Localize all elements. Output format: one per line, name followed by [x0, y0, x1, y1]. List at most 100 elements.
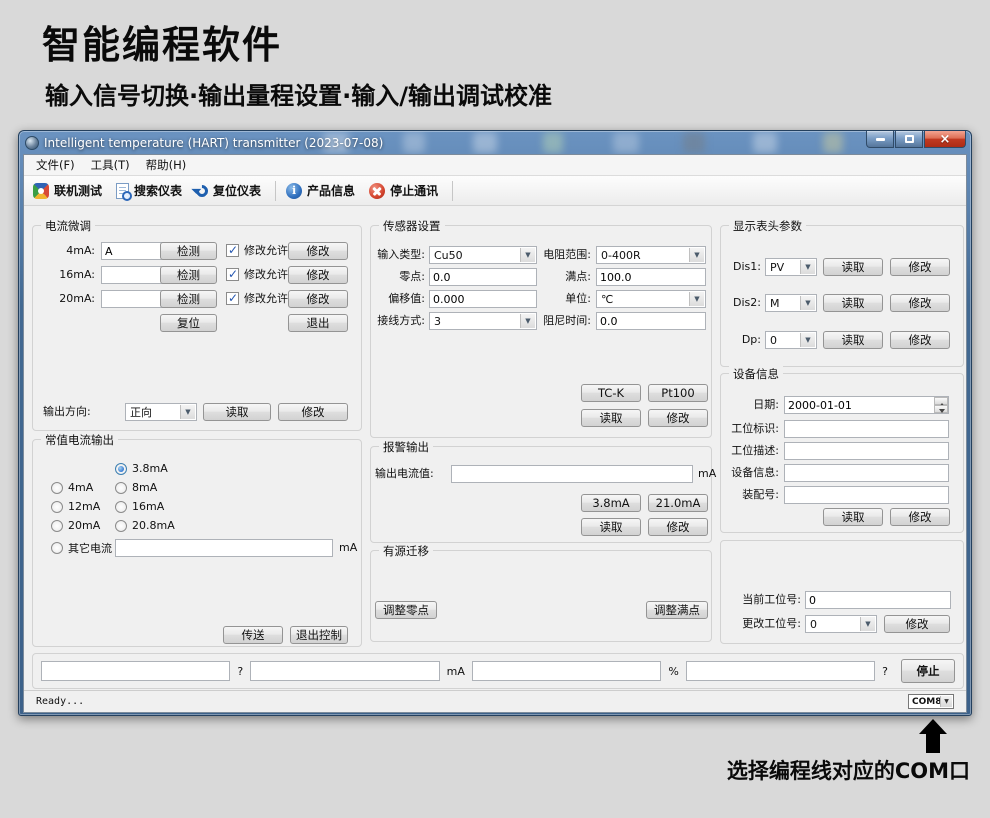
alarm-low-button[interactable]: 3.8mA [581, 494, 641, 512]
unit-select[interactable]: ℃ [596, 290, 706, 308]
alarm-read-button[interactable]: 读取 [581, 518, 641, 536]
resistance-range-label: 电阻范围: [531, 246, 591, 264]
other-current-input[interactable] [115, 539, 333, 557]
station-number-groupbox: 当前工位号: 更改工位号: 0 修改 [720, 540, 964, 644]
date-spinner[interactable] [784, 396, 949, 414]
trim-16ma-allow-checkbox[interactable] [226, 268, 239, 281]
adjust-full-button[interactable]: 调整满点 [646, 601, 708, 619]
trim-4ma-input[interactable] [101, 242, 163, 260]
menu-file[interactable]: 文件(F) [28, 155, 83, 175]
direction-modify-button[interactable]: 修改 [278, 403, 348, 421]
trim-16ma-detect-button[interactable]: 检测 [160, 266, 217, 284]
dis1-select[interactable]: PV [765, 258, 817, 276]
date-input[interactable] [784, 396, 949, 414]
assembly-no-input[interactable] [784, 486, 949, 504]
output-direction-select[interactable]: 正向 [125, 403, 197, 421]
direction-read-button[interactable]: 读取 [203, 403, 271, 421]
dp-modify-button[interactable]: 修改 [890, 331, 950, 349]
monitor-input-1[interactable] [41, 661, 230, 681]
close-icon: × [940, 133, 951, 146]
aero-blur-decoration [823, 132, 843, 153]
trim-20ma-input[interactable] [101, 290, 163, 308]
output-direction-label: 输出方向: [43, 403, 91, 421]
sensor-read-button[interactable]: 读取 [581, 409, 641, 427]
monitor-input-4[interactable] [686, 661, 875, 681]
trim-16ma-input[interactable] [101, 266, 163, 284]
alarm-high-button[interactable]: 21.0mA [648, 494, 708, 512]
toolbar-stop-comm[interactable]: 停止通讯 [364, 180, 447, 201]
toolbar-label: 停止通讯 [390, 182, 438, 199]
com-port-select[interactable]: COM8 [908, 694, 954, 709]
radio-label: 4mA [68, 481, 93, 494]
radio-16ma[interactable]: 16mA [115, 500, 164, 513]
dis1-read-button[interactable]: 读取 [823, 258, 883, 276]
radio-12ma[interactable]: 12mA [51, 500, 100, 513]
resistance-range-select[interactable]: 0-400R [596, 246, 706, 264]
send-button[interactable]: 传送 [223, 626, 283, 644]
radio-20ma[interactable]: 20mA [51, 519, 100, 532]
radio-20-8ma[interactable]: 20.8mA [115, 519, 175, 532]
groupbox-title: 有源迁移 [379, 543, 433, 559]
aero-blur-decoration [683, 132, 705, 153]
dis1-modify-button[interactable]: 修改 [890, 258, 950, 276]
device-modify-button[interactable]: 修改 [890, 508, 950, 526]
dp-select[interactable]: 0 [765, 331, 817, 349]
radio-4ma[interactable]: 4mA [51, 481, 93, 494]
titlebar[interactable]: Intelligent temperature (HART) transmitt… [23, 131, 967, 154]
spinner-arrows-icon[interactable] [934, 397, 948, 413]
trim-20ma-allow-checkbox[interactable] [226, 292, 239, 305]
offset-input[interactable] [429, 290, 537, 308]
radio-dot-icon [51, 482, 63, 494]
toolbar-search-instrument[interactable]: 搜索仪表 [111, 180, 191, 201]
adjust-zero-button[interactable]: 调整零点 [375, 601, 437, 619]
trim-4ma-detect-button[interactable]: 检测 [160, 242, 217, 260]
damping-input[interactable] [596, 312, 706, 330]
toolbar-reset-instrument[interactable]: 复位仪表 [191, 180, 270, 201]
dp-read-button[interactable]: 读取 [823, 331, 883, 349]
maximize-button[interactable] [895, 131, 923, 148]
tck-button[interactable]: TC-K [581, 384, 641, 402]
zero-input[interactable] [429, 268, 537, 286]
toolbar-online-test[interactable]: 联机测试 [28, 180, 111, 201]
station-modify-button[interactable]: 修改 [884, 615, 950, 633]
aero-blur-decoration [613, 132, 639, 153]
exit-control-button[interactable]: 退出控制 [290, 626, 348, 644]
pt100-button[interactable]: Pt100 [648, 384, 708, 402]
station-tag-input[interactable] [784, 420, 949, 438]
device-info-input[interactable] [784, 464, 949, 482]
trim-20ma-detect-button[interactable]: 检测 [160, 290, 217, 308]
minimize-button[interactable] [866, 131, 894, 148]
radio-dot-icon [115, 520, 127, 532]
menu-help[interactable]: 帮助(H) [138, 155, 195, 175]
dis2-select[interactable]: M [765, 294, 817, 312]
close-button[interactable]: × [924, 131, 966, 148]
monitor-input-3[interactable] [472, 661, 661, 681]
trim-exit-button[interactable]: 退出 [288, 314, 348, 332]
alarm-modify-button[interactable]: 修改 [648, 518, 708, 536]
radio-3-8ma[interactable]: 3.8mA [115, 462, 168, 475]
trim-4ma-allow-checkbox[interactable] [226, 244, 239, 257]
stop-button[interactable]: 停止 [901, 659, 955, 683]
wiring-select[interactable]: 3 [429, 312, 537, 330]
station-desc-input[interactable] [784, 442, 949, 460]
monitor-input-2[interactable] [250, 661, 439, 681]
current-station-input[interactable] [805, 591, 951, 609]
trim-reset-button[interactable]: 复位 [160, 314, 217, 332]
radio-other-current[interactable]: 其它电流 [51, 540, 112, 556]
dis2-read-button[interactable]: 读取 [823, 294, 883, 312]
radio-label: 3.8mA [132, 462, 168, 475]
toolbar-separator [275, 181, 276, 201]
input-type-select[interactable]: Cu50 [429, 246, 537, 264]
trim-4ma-modify-button[interactable]: 修改 [288, 242, 348, 260]
toolbar-product-info[interactable]: 产品信息 [281, 180, 364, 201]
radio-8ma[interactable]: 8mA [115, 481, 157, 494]
dis2-modify-button[interactable]: 修改 [890, 294, 950, 312]
device-read-button[interactable]: 读取 [823, 508, 883, 526]
menu-tools[interactable]: 工具(T) [83, 155, 138, 175]
change-station-select[interactable]: 0 [805, 615, 877, 633]
trim-16ma-modify-button[interactable]: 修改 [288, 266, 348, 284]
full-input[interactable] [596, 268, 706, 286]
trim-20ma-modify-button[interactable]: 修改 [288, 290, 348, 308]
alarm-current-input[interactable] [451, 465, 693, 483]
sensor-modify-button[interactable]: 修改 [648, 409, 708, 427]
